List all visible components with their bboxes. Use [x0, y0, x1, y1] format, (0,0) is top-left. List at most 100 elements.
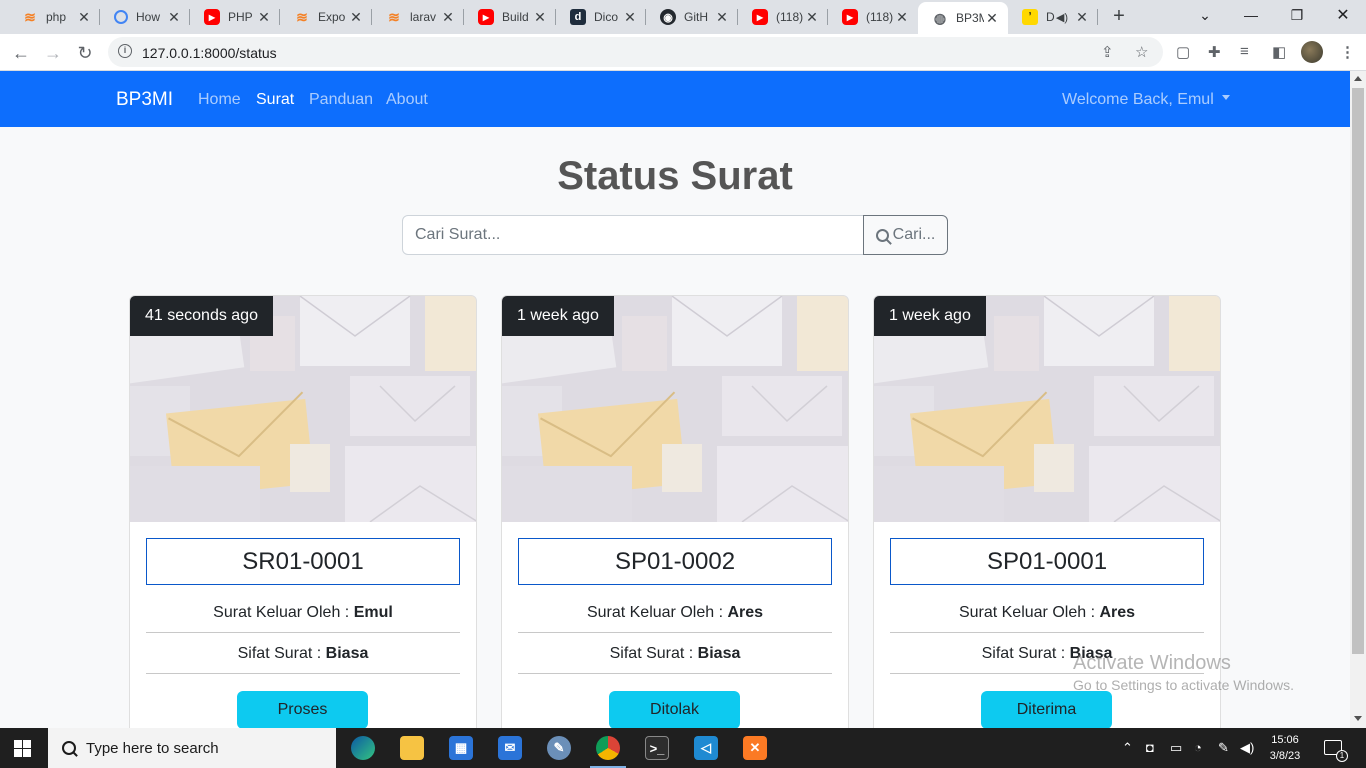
close-icon[interactable]: ✕ [714, 9, 730, 26]
close-icon[interactable]: ✕ [76, 9, 92, 26]
close-icon[interactable]: ✕ [894, 9, 910, 26]
browser-tab[interactable]: ≋ Expo ✕ [280, 0, 372, 34]
menu-icon[interactable]: ⋮ [1340, 43, 1355, 61]
paint-icon[interactable]: ✎ [547, 736, 571, 760]
terminal-icon[interactable]: >_ [645, 736, 669, 760]
user-dropdown[interactable]: Welcome Back, Emul [1062, 91, 1230, 109]
browser-tab[interactable]: ▶ PHP ✕ [190, 0, 280, 34]
profile-avatar[interactable] [1301, 41, 1323, 63]
bookmark-star-icon[interactable]: ☆ [1135, 43, 1148, 61]
chrome-icon[interactable] [596, 736, 620, 760]
nav-link-about[interactable]: About [386, 91, 428, 109]
divider [890, 632, 1204, 633]
close-icon[interactable]: ✕ [348, 9, 364, 26]
microsoft-store-icon[interactable]: ▦ [449, 736, 473, 760]
letter-code: SR01-0001 [146, 538, 460, 585]
nav-link-panduan[interactable]: Panduan [309, 91, 373, 109]
edge-icon[interactable] [351, 736, 375, 760]
tab-title: BP3M [956, 11, 984, 25]
status-button[interactable]: Diterima [981, 691, 1112, 729]
windows-start-icon[interactable] [14, 740, 31, 757]
browser-tab[interactable]: ▶ (118) ✕ [738, 0, 828, 34]
reading-list-icon[interactable]: ≡ [1240, 43, 1249, 60]
tab-title: Expo [318, 10, 346, 24]
tab-title: How [136, 10, 161, 24]
status-button[interactable]: Ditolak [609, 691, 740, 729]
close-icon[interactable]: ✕ [166, 9, 182, 26]
close-icon[interactable]: ✕ [1074, 9, 1090, 26]
browser-tab[interactable]: ≋ larav ✕ [372, 0, 464, 34]
letter-code: SP01-0001 [890, 538, 1204, 585]
scrollbar-thumb[interactable] [1352, 88, 1364, 654]
taskbar-clock[interactable]: 15:06 3/8/23 [1262, 732, 1308, 764]
tab-title: Dico [594, 10, 619, 24]
mail-icon[interactable]: ✉ [498, 736, 522, 760]
volume-icon[interactable]: ◀) [1240, 740, 1254, 756]
scroll-down-icon[interactable] [1354, 716, 1362, 721]
search-input[interactable] [402, 215, 864, 255]
close-icon[interactable]: ✕ [440, 9, 456, 26]
new-tab-button[interactable]: + [1108, 6, 1130, 28]
close-icon[interactable]: ✕ [804, 9, 820, 26]
tab-title: (118) [866, 10, 894, 24]
browser-tab[interactable]: ▶ (118) ✕ [828, 0, 918, 34]
battery-icon[interactable]: ▭ [1170, 740, 1182, 756]
tab-title: D [1046, 10, 1055, 24]
youtube-icon: ▶ [478, 9, 494, 25]
status-button[interactable]: Proses [237, 691, 368, 729]
site-info-icon[interactable]: i [118, 44, 132, 58]
file-explorer-icon[interactable] [400, 736, 424, 760]
scroll-up-icon[interactable] [1354, 76, 1362, 81]
browser-tab[interactable]: ≋ php ✕ [8, 0, 100, 34]
divider [146, 673, 460, 674]
close-icon[interactable]: ✕ [256, 9, 272, 26]
share-icon[interactable]: ⇪ [1101, 43, 1114, 61]
forward-icon[interactable]: → [40, 40, 66, 66]
browser-tab[interactable]: ◉ GitH ✕ [646, 0, 738, 34]
sender-row: Surat Keluar Oleh : Ares [518, 604, 832, 622]
network-icon[interactable]: ◔ [1194, 740, 1202, 755]
xampp-icon[interactable]: ✕ [743, 736, 767, 760]
search-button[interactable]: Cari... [863, 215, 948, 255]
puzzle-icon[interactable]: ✚ [1208, 43, 1221, 61]
browser-tab-active[interactable]: ◍ BP3M ✕ [918, 2, 1008, 34]
address-bar[interactable]: i 127.0.0.1:8000/status ⇪ ☆ [108, 37, 1163, 67]
tab-search-icon[interactable]: ⌄ [1182, 0, 1228, 30]
sender-label: Surat Keluar Oleh : [586, 604, 724, 621]
tab-title: (118) [776, 10, 804, 24]
chevron-up-icon[interactable]: ⌃ [1122, 740, 1133, 756]
page-title: Status Surat [557, 154, 793, 198]
tray-app-icon[interactable]: ◘ [1146, 740, 1154, 755]
nature-label: Sifat Surat : [981, 645, 1066, 662]
close-icon[interactable]: ✕ [622, 9, 638, 26]
close-icon[interactable]: ✕ [984, 10, 1000, 27]
back-icon[interactable]: ← [8, 40, 34, 66]
nature-label: Sifat Surat : [237, 645, 322, 662]
close-window-button[interactable]: ✕ [1320, 0, 1366, 30]
vscode-icon[interactable]: ◁ [694, 736, 718, 760]
maximize-button[interactable]: ❐ [1274, 0, 1320, 30]
envelope-image: 1 week ago [874, 296, 1220, 522]
site-navbar: BP3MI Home Surat Panduan About Welcome B… [0, 71, 1350, 127]
close-icon[interactable]: ✕ [532, 9, 548, 26]
reload-icon[interactable]: ↻ [72, 40, 98, 66]
extension-icon[interactable]: ▢ [1176, 43, 1190, 61]
nav-link-home[interactable]: Home [198, 91, 241, 109]
search-icon [875, 228, 889, 242]
browser-tab[interactable]: d Dico ✕ [556, 0, 646, 34]
letter-card: 41 seconds ago SR01-0001 Surat Keluar Ol… [129, 295, 477, 755]
side-panel-icon[interactable]: ◧ [1272, 43, 1286, 61]
pen-icon[interactable]: ✎ [1218, 740, 1229, 756]
taskbar-search-box[interactable]: Type here to search [48, 728, 336, 768]
minimize-button[interactable]: — [1228, 0, 1274, 30]
browser-tab-strip: ≋ php ✕ How ✕ ▶ PHP ✕ ≋ Expo ✕ ≋ larav ✕… [0, 0, 1366, 34]
tab-title: PHP [228, 10, 253, 24]
nav-link-surat[interactable]: Surat [256, 91, 294, 109]
navbar-brand[interactable]: BP3MI [116, 89, 173, 111]
browser-tab[interactable]: ʼ D ◀) ✕ [1008, 0, 1098, 34]
sender-value: Ares [727, 604, 764, 621]
caret-down-icon [1221, 95, 1230, 101]
browser-tab[interactable]: ▶ Build ✕ [464, 0, 556, 34]
letter-card: 1 week ago SP01-0002 Surat Keluar Oleh :… [501, 295, 849, 755]
browser-tab[interactable]: How ✕ [100, 0, 190, 34]
